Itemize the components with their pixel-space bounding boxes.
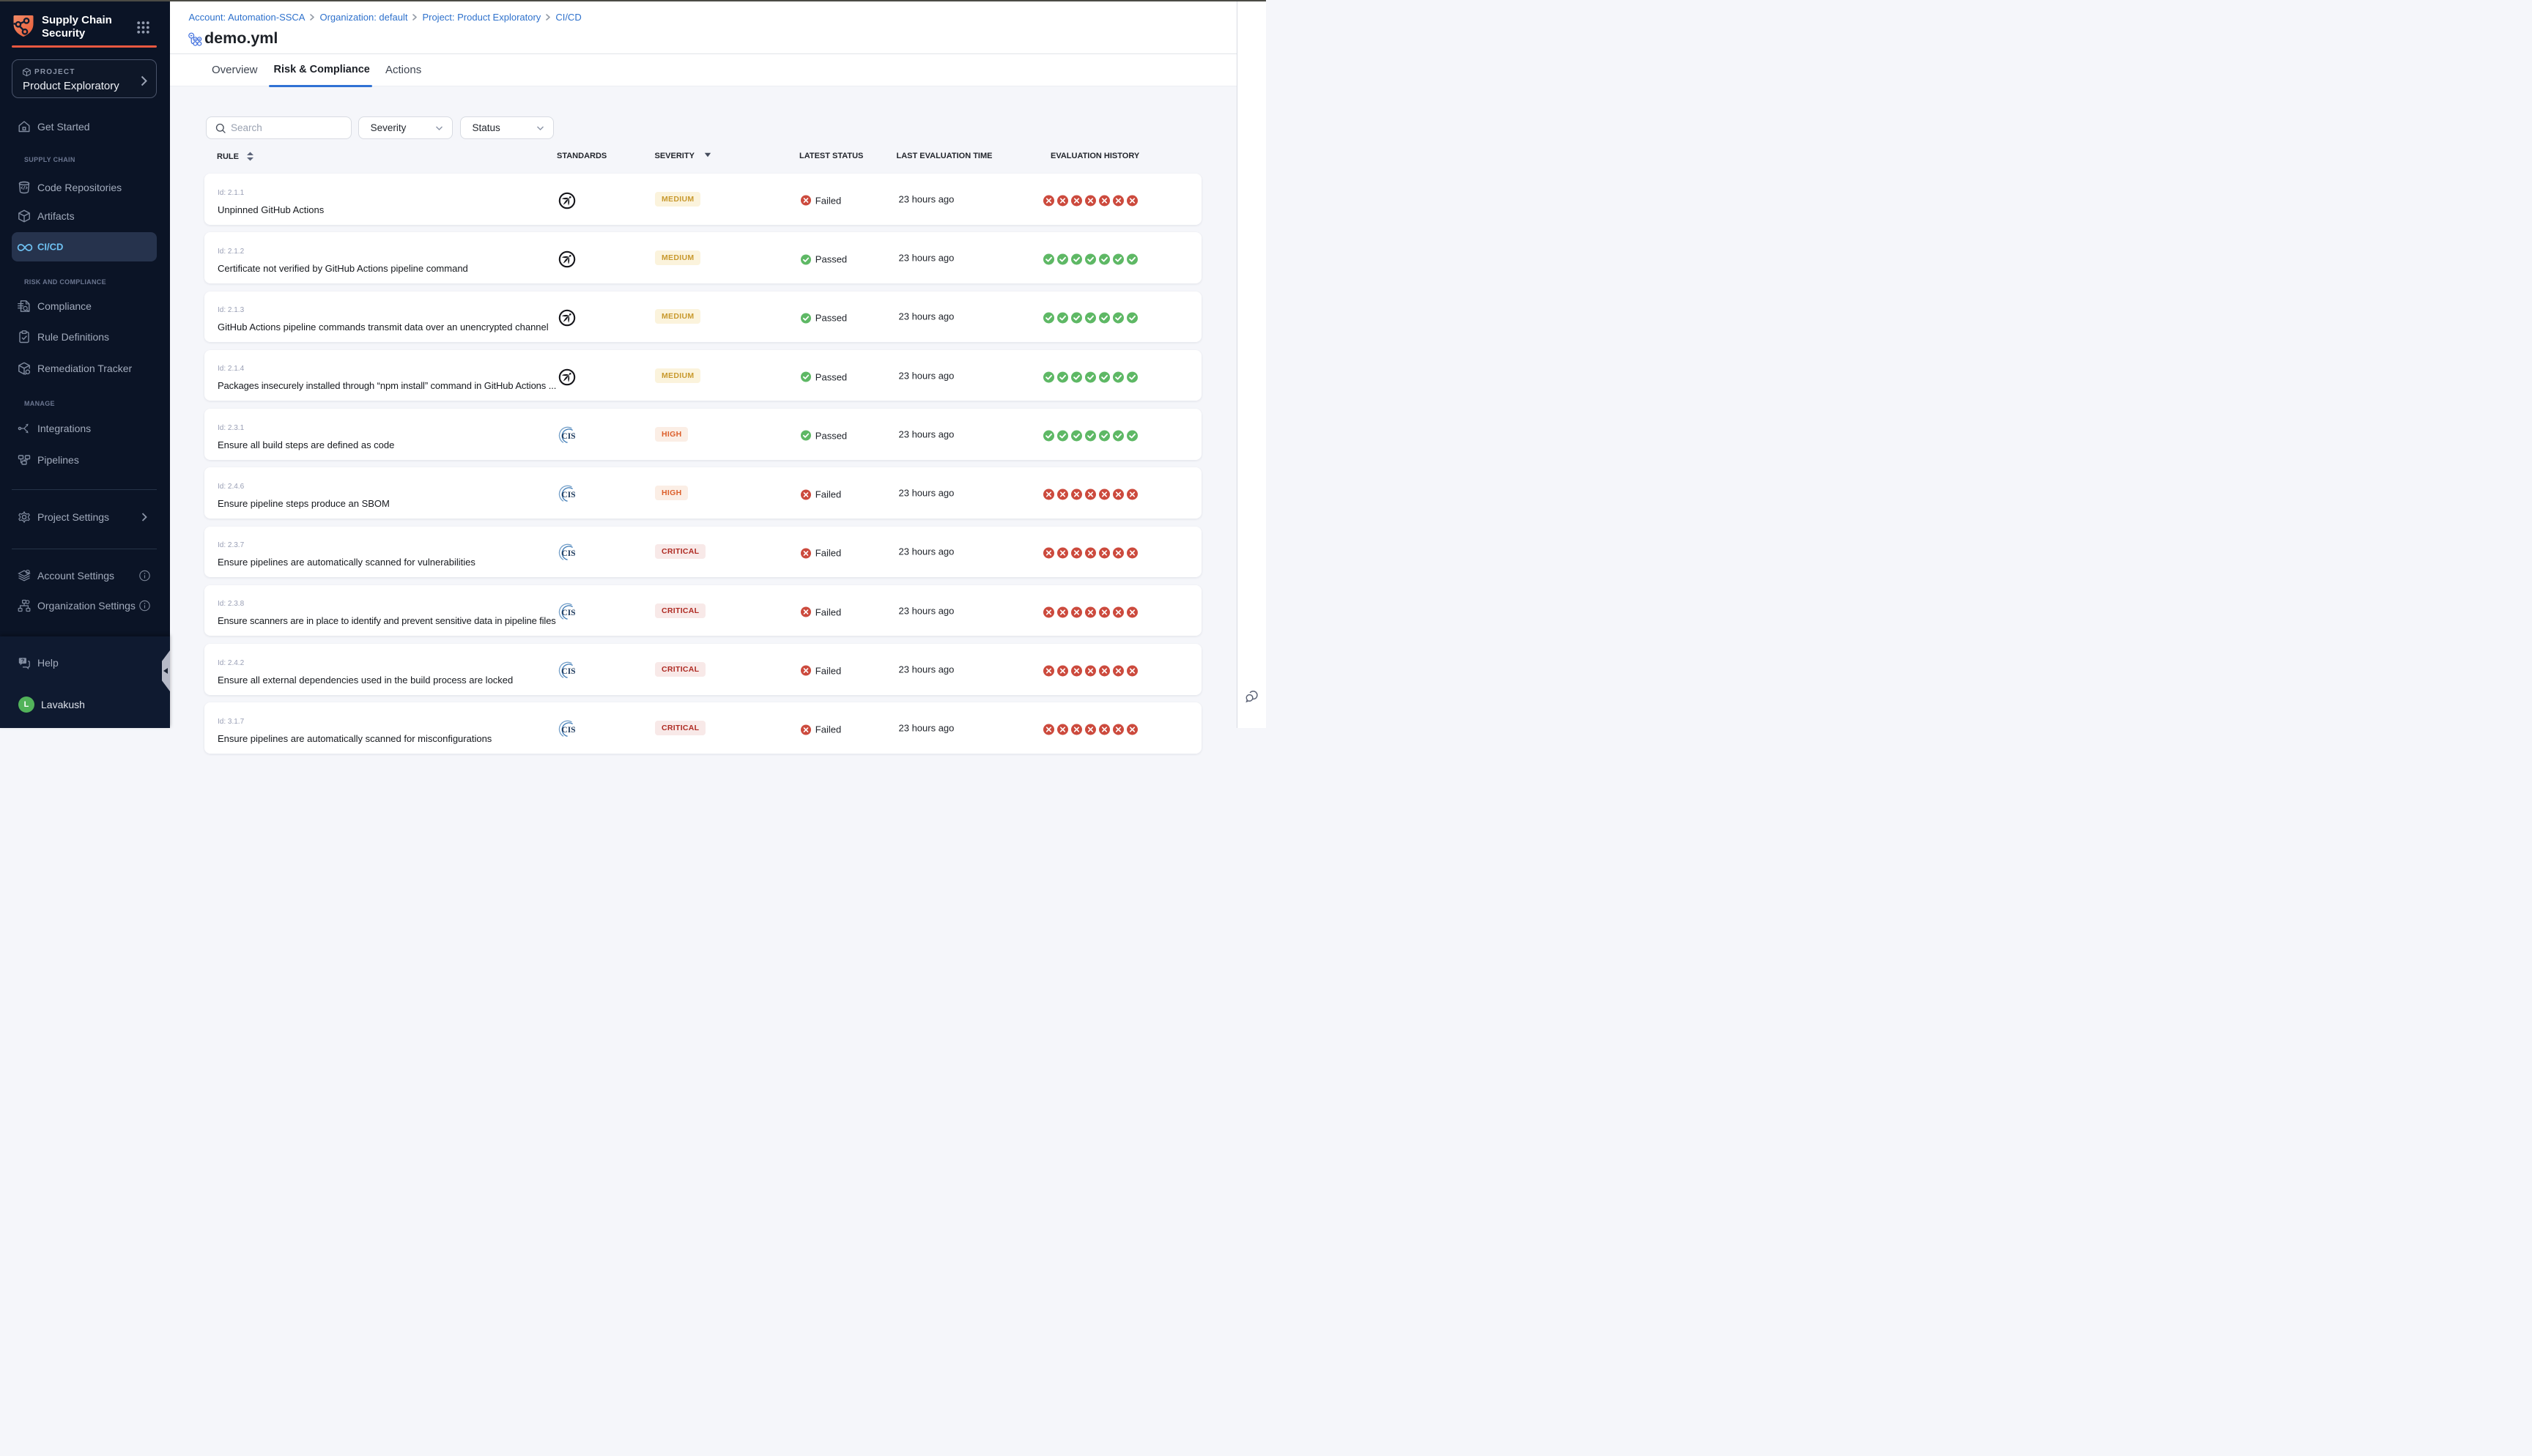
svg-text:CIS: CIS (561, 432, 575, 441)
svg-text:CIS: CIS (561, 549, 575, 558)
svg-text:CIS: CIS (561, 667, 575, 676)
svg-text:CIS: CIS (561, 491, 575, 499)
svg-text:CIS: CIS (561, 726, 575, 735)
svg-text:CIS: CIS (561, 609, 575, 617)
svg-text:?: ? (21, 658, 25, 664)
